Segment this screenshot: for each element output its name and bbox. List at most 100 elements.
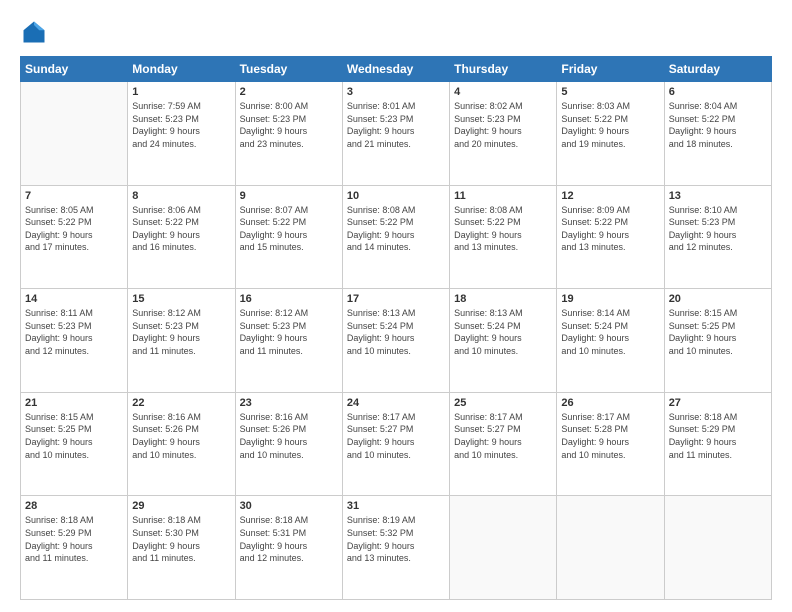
calendar-cell: 23 Sunrise: 8:16 AM Sunset: 5:26 PM Dayli… <box>235 392 342 496</box>
calendar-cell: 21 Sunrise: 8:15 AM Sunset: 5:25 PM Dayli… <box>21 392 128 496</box>
calendar-cell: 24Sunrise: 8:17 AM Sunset: 5:27 PM Dayli… <box>342 392 449 496</box>
day-number: 7 <box>25 190 123 202</box>
calendar-cell: 12 Sunrise: 8:09 AM Sunset: 5:22 PM Dayli… <box>557 185 664 289</box>
day-header-friday: Friday <box>557 57 664 82</box>
week-row-1: 1Sunrise: 7:59 AM Sunset: 5:23 PM Daylig… <box>21 82 772 186</box>
calendar-cell: 1Sunrise: 7:59 AM Sunset: 5:23 PM Daylig… <box>128 82 235 186</box>
day-number: 16 <box>240 293 338 305</box>
calendar-cell: 28Sunrise: 8:18 AM Sunset: 5:29 PM Dayli… <box>21 496 128 600</box>
day-info: Sunrise: 8:09 AM Sunset: 5:22 PM Dayligh… <box>561 204 659 254</box>
day-number: 12 <box>561 190 659 202</box>
day-info: Sunrise: 8:00 AM Sunset: 5:23 PM Dayligh… <box>240 100 338 150</box>
day-info: Sunrise: 8:04 AM Sunset: 5:22 PM Dayligh… <box>669 100 767 150</box>
day-info: Sunrise: 8:07 AM Sunset: 5:22 PM Dayligh… <box>240 204 338 254</box>
calendar-cell: 3 Sunrise: 8:01 AM Sunset: 5:23 PM Daylig… <box>342 82 449 186</box>
days-header-row: SundayMondayTuesdayWednesdayThursdayFrid… <box>21 57 772 82</box>
calendar-cell: 15Sunrise: 8:12 AM Sunset: 5:23 PM Dayli… <box>128 289 235 393</box>
day-info: Sunrise: 8:17 AM Sunset: 5:27 PM Dayligh… <box>347 411 445 461</box>
day-number: 20 <box>669 293 767 305</box>
day-number: 13 <box>669 190 767 202</box>
calendar-cell: 10Sunrise: 8:08 AM Sunset: 5:22 PM Dayli… <box>342 185 449 289</box>
day-info: Sunrise: 8:18 AM Sunset: 5:30 PM Dayligh… <box>132 514 230 564</box>
day-info: Sunrise: 8:13 AM Sunset: 5:24 PM Dayligh… <box>347 307 445 357</box>
calendar-cell: 27 Sunrise: 8:18 AM Sunset: 5:29 PM Dayli… <box>664 392 771 496</box>
week-row-4: 21 Sunrise: 8:15 AM Sunset: 5:25 PM Dayli… <box>21 392 772 496</box>
day-number: 1 <box>132 86 230 98</box>
day-info: Sunrise: 8:12 AM Sunset: 5:23 PM Dayligh… <box>240 307 338 357</box>
calendar-cell: 26 Sunrise: 8:17 AM Sunset: 5:28 PM Dayli… <box>557 392 664 496</box>
day-info: Sunrise: 8:08 AM Sunset: 5:22 PM Dayligh… <box>454 204 552 254</box>
calendar-cell: 25 Sunrise: 8:17 AM Sunset: 5:27 PM Dayli… <box>450 392 557 496</box>
calendar-cell: 22 Sunrise: 8:16 AM Sunset: 5:26 PM Dayli… <box>128 392 235 496</box>
day-number: 19 <box>561 293 659 305</box>
day-number: 25 <box>454 397 552 409</box>
day-number: 9 <box>240 190 338 202</box>
calendar-cell: 5Sunrise: 8:03 AM Sunset: 5:22 PM Daylig… <box>557 82 664 186</box>
day-info: Sunrise: 8:01 AM Sunset: 5:23 PM Dayligh… <box>347 100 445 150</box>
day-number: 29 <box>132 500 230 512</box>
calendar-cell: 19Sunrise: 8:14 AM Sunset: 5:24 PM Dayli… <box>557 289 664 393</box>
day-info: Sunrise: 8:16 AM Sunset: 5:26 PM Dayligh… <box>240 411 338 461</box>
logo <box>20 18 52 46</box>
calendar-cell <box>21 82 128 186</box>
day-number: 11 <box>454 190 552 202</box>
day-info: Sunrise: 8:03 AM Sunset: 5:22 PM Dayligh… <box>561 100 659 150</box>
day-info: Sunrise: 8:06 AM Sunset: 5:22 PM Dayligh… <box>132 204 230 254</box>
day-number: 28 <box>25 500 123 512</box>
calendar-cell: 18 Sunrise: 8:13 AM Sunset: 5:24 PM Dayli… <box>450 289 557 393</box>
day-info: Sunrise: 8:18 AM Sunset: 5:29 PM Dayligh… <box>669 411 767 461</box>
day-header-tuesday: Tuesday <box>235 57 342 82</box>
calendar-cell: 17 Sunrise: 8:13 AM Sunset: 5:24 PM Dayli… <box>342 289 449 393</box>
week-row-5: 28Sunrise: 8:18 AM Sunset: 5:29 PM Dayli… <box>21 496 772 600</box>
day-info: Sunrise: 8:17 AM Sunset: 5:27 PM Dayligh… <box>454 411 552 461</box>
day-number: 2 <box>240 86 338 98</box>
day-number: 10 <box>347 190 445 202</box>
day-info: Sunrise: 8:10 AM Sunset: 5:23 PM Dayligh… <box>669 204 767 254</box>
calendar-cell: 9 Sunrise: 8:07 AM Sunset: 5:22 PM Daylig… <box>235 185 342 289</box>
day-info: Sunrise: 8:13 AM Sunset: 5:24 PM Dayligh… <box>454 307 552 357</box>
calendar-cell: 14Sunrise: 8:11 AM Sunset: 5:23 PM Dayli… <box>21 289 128 393</box>
day-header-saturday: Saturday <box>664 57 771 82</box>
calendar-cell <box>557 496 664 600</box>
day-info: Sunrise: 8:17 AM Sunset: 5:28 PM Dayligh… <box>561 411 659 461</box>
day-number: 31 <box>347 500 445 512</box>
header <box>20 18 772 46</box>
day-info: Sunrise: 8:19 AM Sunset: 5:32 PM Dayligh… <box>347 514 445 564</box>
calendar-cell: 6 Sunrise: 8:04 AM Sunset: 5:22 PM Daylig… <box>664 82 771 186</box>
day-number: 26 <box>561 397 659 409</box>
calendar-cell: 31 Sunrise: 8:19 AM Sunset: 5:32 PM Dayli… <box>342 496 449 600</box>
day-number: 14 <box>25 293 123 305</box>
week-row-2: 7Sunrise: 8:05 AM Sunset: 5:22 PM Daylig… <box>21 185 772 289</box>
day-number: 15 <box>132 293 230 305</box>
day-number: 17 <box>347 293 445 305</box>
calendar-cell: 30Sunrise: 8:18 AM Sunset: 5:31 PM Dayli… <box>235 496 342 600</box>
calendar-cell: 7Sunrise: 8:05 AM Sunset: 5:22 PM Daylig… <box>21 185 128 289</box>
calendar-cell <box>664 496 771 600</box>
day-info: Sunrise: 8:18 AM Sunset: 5:31 PM Dayligh… <box>240 514 338 564</box>
day-number: 4 <box>454 86 552 98</box>
calendar-cell: 16 Sunrise: 8:12 AM Sunset: 5:23 PM Dayli… <box>235 289 342 393</box>
day-number: 3 <box>347 86 445 98</box>
day-header-thursday: Thursday <box>450 57 557 82</box>
calendar-cell: 2 Sunrise: 8:00 AM Sunset: 5:23 PM Daylig… <box>235 82 342 186</box>
day-number: 21 <box>25 397 123 409</box>
calendar-cell: 29 Sunrise: 8:18 AM Sunset: 5:30 PM Dayli… <box>128 496 235 600</box>
calendar-cell: 20 Sunrise: 8:15 AM Sunset: 5:25 PM Dayli… <box>664 289 771 393</box>
day-info: Sunrise: 8:15 AM Sunset: 5:25 PM Dayligh… <box>669 307 767 357</box>
day-info: Sunrise: 8:16 AM Sunset: 5:26 PM Dayligh… <box>132 411 230 461</box>
day-header-wednesday: Wednesday <box>342 57 449 82</box>
day-number: 22 <box>132 397 230 409</box>
day-number: 23 <box>240 397 338 409</box>
day-info: Sunrise: 8:02 AM Sunset: 5:23 PM Dayligh… <box>454 100 552 150</box>
day-header-monday: Monday <box>128 57 235 82</box>
calendar-cell <box>450 496 557 600</box>
day-info: Sunrise: 8:15 AM Sunset: 5:25 PM Dayligh… <box>25 411 123 461</box>
day-number: 27 <box>669 397 767 409</box>
day-number: 18 <box>454 293 552 305</box>
calendar-cell: 4 Sunrise: 8:02 AM Sunset: 5:23 PM Daylig… <box>450 82 557 186</box>
calendar-cell: 8Sunrise: 8:06 AM Sunset: 5:22 PM Daylig… <box>128 185 235 289</box>
week-row-3: 14Sunrise: 8:11 AM Sunset: 5:23 PM Dayli… <box>21 289 772 393</box>
calendar-cell: 11 Sunrise: 8:08 AM Sunset: 5:22 PM Dayli… <box>450 185 557 289</box>
day-number: 6 <box>669 86 767 98</box>
day-header-sunday: Sunday <box>21 57 128 82</box>
